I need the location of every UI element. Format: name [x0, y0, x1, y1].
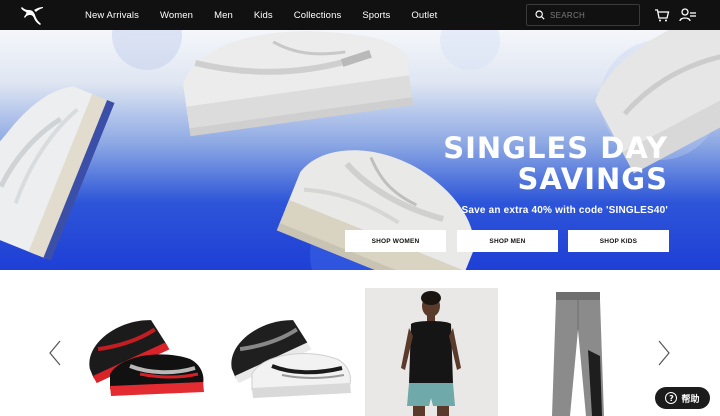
nav-sports[interactable]: Sports [362, 10, 390, 21]
account-icon[interactable] [679, 7, 697, 23]
chevron-left-icon[interactable] [48, 340, 62, 366]
question-icon: ? [665, 392, 678, 404]
tank-top-model-image [401, 291, 461, 416]
product-image[interactable] [80, 304, 210, 404]
main-nav: New Arrivals Women Men Kids Collections … [85, 0, 458, 30]
top-navigation-bar: New Arrivals Women Men Kids Collections … [0, 0, 720, 30]
nav-outlet[interactable]: Outlet [411, 10, 437, 21]
hero-title-line2: SAVINGS [517, 162, 668, 196]
hero-title: SINGLES DAY SAVINGS [443, 133, 668, 195]
chevron-right-icon[interactable] [657, 340, 671, 366]
search-input[interactable] [550, 10, 635, 20]
hero-subtitle: Save an extra 40% with code 'SINGLES40' [461, 205, 668, 216]
product-image[interactable] [548, 290, 608, 416]
shop-men-button[interactable]: SHOP MEN [457, 230, 558, 252]
product-carousel [0, 270, 720, 416]
cart-icon[interactable] [654, 7, 670, 23]
search-icon[interactable] [535, 10, 545, 20]
nav-men[interactable]: Men [214, 10, 233, 21]
nav-collections[interactable]: Collections [294, 10, 342, 21]
product-image[interactable] [222, 304, 357, 404]
hero-banner[interactable]: SINGLES DAY SAVINGS Save an extra 40% wi… [0, 30, 720, 270]
shop-kids-button[interactable]: SHOP KIDS [568, 230, 669, 252]
nav-women[interactable]: Women [160, 10, 193, 21]
product-image[interactable] [365, 288, 498, 416]
nav-new-arrivals[interactable]: New Arrivals [85, 10, 139, 21]
nav-kids[interactable]: Kids [254, 10, 273, 21]
puma-logo[interactable] [20, 4, 44, 26]
help-button[interactable]: ? 帮助 [655, 387, 710, 409]
shop-women-button[interactable]: SHOP WOMEN [345, 230, 446, 252]
hero-title-line1: SINGLES DAY [443, 131, 668, 165]
search-box[interactable] [526, 4, 640, 26]
help-label: 帮助 [681, 394, 700, 405]
